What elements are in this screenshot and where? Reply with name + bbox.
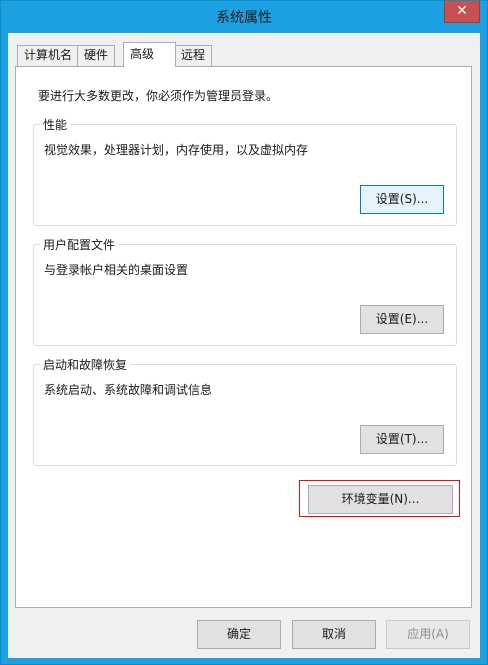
user-profiles-group-title: 用户配置文件 (40, 236, 119, 253)
startup-recovery-group: 启动和故障恢复 系统启动、系统故障和调试信息 设置(T)... (33, 356, 457, 466)
close-icon[interactable]: ✕ (444, 1, 480, 23)
performance-group-title: 性能 (40, 116, 71, 133)
tab-hardware[interactable]: 硬件 (77, 45, 116, 66)
ok-button[interactable]: 确定 (197, 620, 281, 649)
startup-recovery-description: 系统启动、系统故障和调试信息 (44, 383, 213, 397)
user-profiles-description: 与登录帐户相关的桌面设置 (44, 263, 189, 277)
window-title: 系统属性 (216, 10, 272, 26)
title-bar[interactable]: 系统属性 ✕ (1, 1, 487, 33)
admin-notice: 要进行大多数更改，你必须作为管理员登录。 (38, 89, 279, 103)
performance-description: 视觉效果，处理器计划，内存使用，以及虚拟内存 (44, 143, 309, 157)
user-profiles-settings-button[interactable]: 设置(E)... (360, 305, 444, 334)
tab-advanced[interactable]: 高级 (123, 42, 176, 67)
env-button-highlight-box: 环境变量(N)... (299, 480, 460, 517)
performance-group: 性能 视觉效果，处理器计划，内存使用，以及虚拟内存 设置(S)... (33, 116, 457, 226)
startup-recovery-settings-button[interactable]: 设置(T)... (360, 425, 444, 454)
performance-settings-button[interactable]: 设置(S)... (360, 185, 444, 214)
cancel-button[interactable]: 取消 (292, 620, 376, 649)
advanced-tab-panel: 要进行大多数更改，你必须作为管理员登录。 性能 视觉效果，处理器计划，内存使用，… (15, 66, 472, 608)
tab-computer-name[interactable]: 计算机名 (17, 45, 80, 66)
system-properties-window: 系统属性 ✕ 计算机名 硬件 高级 远程 要进行大多数更改，你必须作为管理员登录… (0, 0, 488, 665)
environment-variables-button[interactable]: 环境变量(N)... (308, 485, 453, 514)
startup-recovery-group-title: 启动和故障恢复 (40, 356, 131, 373)
user-profiles-group: 用户配置文件 与登录帐户相关的桌面设置 设置(E)... (33, 236, 457, 346)
apply-button[interactable]: 应用(A) (386, 620, 470, 649)
tab-remote[interactable]: 远程 (174, 45, 213, 66)
dialog-client-area: 计算机名 硬件 高级 远程 要进行大多数更改，你必须作为管理员登录。 性能 视觉… (8, 33, 480, 658)
